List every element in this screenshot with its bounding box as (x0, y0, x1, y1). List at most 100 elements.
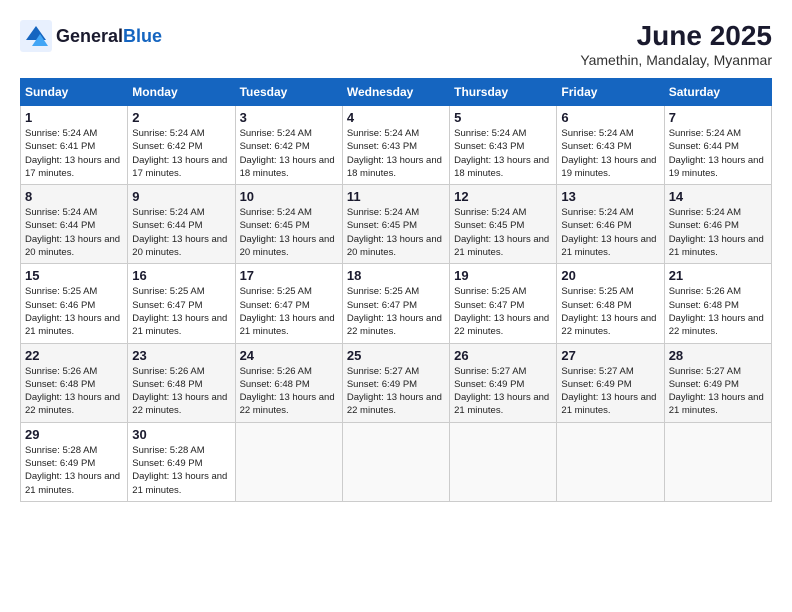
day-info: Sunrise: 5:25 AM Sunset: 6:47 PM Dayligh… (132, 285, 230, 338)
day-number: 18 (347, 268, 445, 283)
empty-cell (557, 422, 664, 501)
day-number: 9 (132, 189, 230, 204)
day-cell-22: 22 Sunrise: 5:26 AM Sunset: 6:48 PM Dayl… (21, 343, 128, 422)
day-number: 15 (25, 268, 123, 283)
calendar-table: Sunday Monday Tuesday Wednesday Thursday… (20, 78, 772, 502)
day-info: Sunrise: 5:27 AM Sunset: 6:49 PM Dayligh… (454, 365, 552, 418)
day-number: 29 (25, 427, 123, 442)
day-cell-8: 8 Sunrise: 5:24 AM Sunset: 6:44 PM Dayli… (21, 185, 128, 264)
day-number: 20 (561, 268, 659, 283)
col-saturday: Saturday (664, 79, 771, 106)
day-number: 30 (132, 427, 230, 442)
day-cell-14: 14 Sunrise: 5:24 AM Sunset: 6:46 PM Dayl… (664, 185, 771, 264)
day-cell-24: 24 Sunrise: 5:26 AM Sunset: 6:48 PM Dayl… (235, 343, 342, 422)
day-cell-11: 11 Sunrise: 5:24 AM Sunset: 6:45 PM Dayl… (342, 185, 449, 264)
empty-cell (450, 422, 557, 501)
day-number: 21 (669, 268, 767, 283)
day-info: Sunrise: 5:24 AM Sunset: 6:45 PM Dayligh… (347, 206, 445, 259)
col-sunday: Sunday (21, 79, 128, 106)
day-info: Sunrise: 5:25 AM Sunset: 6:48 PM Dayligh… (561, 285, 659, 338)
logo-icon (20, 20, 52, 52)
day-number: 14 (669, 189, 767, 204)
day-info: Sunrise: 5:28 AM Sunset: 6:49 PM Dayligh… (132, 444, 230, 497)
day-info: Sunrise: 5:24 AM Sunset: 6:45 PM Dayligh… (454, 206, 552, 259)
day-info: Sunrise: 5:27 AM Sunset: 6:49 PM Dayligh… (561, 365, 659, 418)
day-info: Sunrise: 5:24 AM Sunset: 6:43 PM Dayligh… (561, 127, 659, 180)
day-info: Sunrise: 5:24 AM Sunset: 6:43 PM Dayligh… (347, 127, 445, 180)
month-title: June 2025 (580, 20, 772, 52)
logo-blue: Blue (123, 26, 162, 47)
col-monday: Monday (128, 79, 235, 106)
day-cell-2: 2 Sunrise: 5:24 AM Sunset: 6:42 PM Dayli… (128, 106, 235, 185)
day-info: Sunrise: 5:28 AM Sunset: 6:49 PM Dayligh… (25, 444, 123, 497)
calendar-week-row: 8 Sunrise: 5:24 AM Sunset: 6:44 PM Dayli… (21, 185, 772, 264)
day-number: 28 (669, 348, 767, 363)
day-info: Sunrise: 5:26 AM Sunset: 6:48 PM Dayligh… (669, 285, 767, 338)
day-cell-25: 25 Sunrise: 5:27 AM Sunset: 6:49 PM Dayl… (342, 343, 449, 422)
day-cell-9: 9 Sunrise: 5:24 AM Sunset: 6:44 PM Dayli… (128, 185, 235, 264)
day-number: 1 (25, 110, 123, 125)
day-number: 19 (454, 268, 552, 283)
day-cell-7: 7 Sunrise: 5:24 AM Sunset: 6:44 PM Dayli… (664, 106, 771, 185)
calendar-header-row: Sunday Monday Tuesday Wednesday Thursday… (21, 79, 772, 106)
day-number: 8 (25, 189, 123, 204)
day-info: Sunrise: 5:24 AM Sunset: 6:44 PM Dayligh… (132, 206, 230, 259)
day-number: 10 (240, 189, 338, 204)
day-number: 23 (132, 348, 230, 363)
day-cell-6: 6 Sunrise: 5:24 AM Sunset: 6:43 PM Dayli… (557, 106, 664, 185)
day-info: Sunrise: 5:24 AM Sunset: 6:42 PM Dayligh… (132, 127, 230, 180)
day-cell-18: 18 Sunrise: 5:25 AM Sunset: 6:47 PM Dayl… (342, 264, 449, 343)
day-info: Sunrise: 5:26 AM Sunset: 6:48 PM Dayligh… (240, 365, 338, 418)
page-header: GeneralBlue June 2025 Yamethin, Mandalay… (20, 20, 772, 68)
title-area: June 2025 Yamethin, Mandalay, Myanmar (580, 20, 772, 68)
col-tuesday: Tuesday (235, 79, 342, 106)
day-cell-27: 27 Sunrise: 5:27 AM Sunset: 6:49 PM Dayl… (557, 343, 664, 422)
day-number: 5 (454, 110, 552, 125)
day-cell-21: 21 Sunrise: 5:26 AM Sunset: 6:48 PM Dayl… (664, 264, 771, 343)
empty-cell (235, 422, 342, 501)
day-cell-29: 29 Sunrise: 5:28 AM Sunset: 6:49 PM Dayl… (21, 422, 128, 501)
day-number: 11 (347, 189, 445, 204)
day-number: 13 (561, 189, 659, 204)
day-info: Sunrise: 5:24 AM Sunset: 6:41 PM Dayligh… (25, 127, 123, 180)
day-cell-17: 17 Sunrise: 5:25 AM Sunset: 6:47 PM Dayl… (235, 264, 342, 343)
day-info: Sunrise: 5:24 AM Sunset: 6:46 PM Dayligh… (669, 206, 767, 259)
day-info: Sunrise: 5:24 AM Sunset: 6:44 PM Dayligh… (669, 127, 767, 180)
day-info: Sunrise: 5:24 AM Sunset: 6:43 PM Dayligh… (454, 127, 552, 180)
day-cell-13: 13 Sunrise: 5:24 AM Sunset: 6:46 PM Dayl… (557, 185, 664, 264)
day-number: 16 (132, 268, 230, 283)
empty-cell (664, 422, 771, 501)
day-number: 6 (561, 110, 659, 125)
day-info: Sunrise: 5:25 AM Sunset: 6:47 PM Dayligh… (240, 285, 338, 338)
day-cell-5: 5 Sunrise: 5:24 AM Sunset: 6:43 PM Dayli… (450, 106, 557, 185)
day-cell-20: 20 Sunrise: 5:25 AM Sunset: 6:48 PM Dayl… (557, 264, 664, 343)
day-number: 4 (347, 110, 445, 125)
day-number: 24 (240, 348, 338, 363)
day-info: Sunrise: 5:25 AM Sunset: 6:47 PM Dayligh… (347, 285, 445, 338)
day-cell-26: 26 Sunrise: 5:27 AM Sunset: 6:49 PM Dayl… (450, 343, 557, 422)
day-cell-1: 1 Sunrise: 5:24 AM Sunset: 6:41 PM Dayli… (21, 106, 128, 185)
day-info: Sunrise: 5:27 AM Sunset: 6:49 PM Dayligh… (347, 365, 445, 418)
day-info: Sunrise: 5:24 AM Sunset: 6:45 PM Dayligh… (240, 206, 338, 259)
empty-cell (342, 422, 449, 501)
calendar-week-row: 15 Sunrise: 5:25 AM Sunset: 6:46 PM Dayl… (21, 264, 772, 343)
day-number: 12 (454, 189, 552, 204)
day-info: Sunrise: 5:26 AM Sunset: 6:48 PM Dayligh… (25, 365, 123, 418)
day-cell-15: 15 Sunrise: 5:25 AM Sunset: 6:46 PM Dayl… (21, 264, 128, 343)
col-friday: Friday (557, 79, 664, 106)
day-cell-12: 12 Sunrise: 5:24 AM Sunset: 6:45 PM Dayl… (450, 185, 557, 264)
logo: GeneralBlue (20, 20, 162, 52)
calendar-week-row: 1 Sunrise: 5:24 AM Sunset: 6:41 PM Dayli… (21, 106, 772, 185)
day-info: Sunrise: 5:24 AM Sunset: 6:44 PM Dayligh… (25, 206, 123, 259)
day-number: 7 (669, 110, 767, 125)
day-number: 26 (454, 348, 552, 363)
day-number: 22 (25, 348, 123, 363)
day-cell-16: 16 Sunrise: 5:25 AM Sunset: 6:47 PM Dayl… (128, 264, 235, 343)
day-cell-19: 19 Sunrise: 5:25 AM Sunset: 6:47 PM Dayl… (450, 264, 557, 343)
day-info: Sunrise: 5:25 AM Sunset: 6:46 PM Dayligh… (25, 285, 123, 338)
day-cell-23: 23 Sunrise: 5:26 AM Sunset: 6:48 PM Dayl… (128, 343, 235, 422)
location: Yamethin, Mandalay, Myanmar (580, 52, 772, 68)
day-number: 3 (240, 110, 338, 125)
day-info: Sunrise: 5:26 AM Sunset: 6:48 PM Dayligh… (132, 365, 230, 418)
day-number: 17 (240, 268, 338, 283)
